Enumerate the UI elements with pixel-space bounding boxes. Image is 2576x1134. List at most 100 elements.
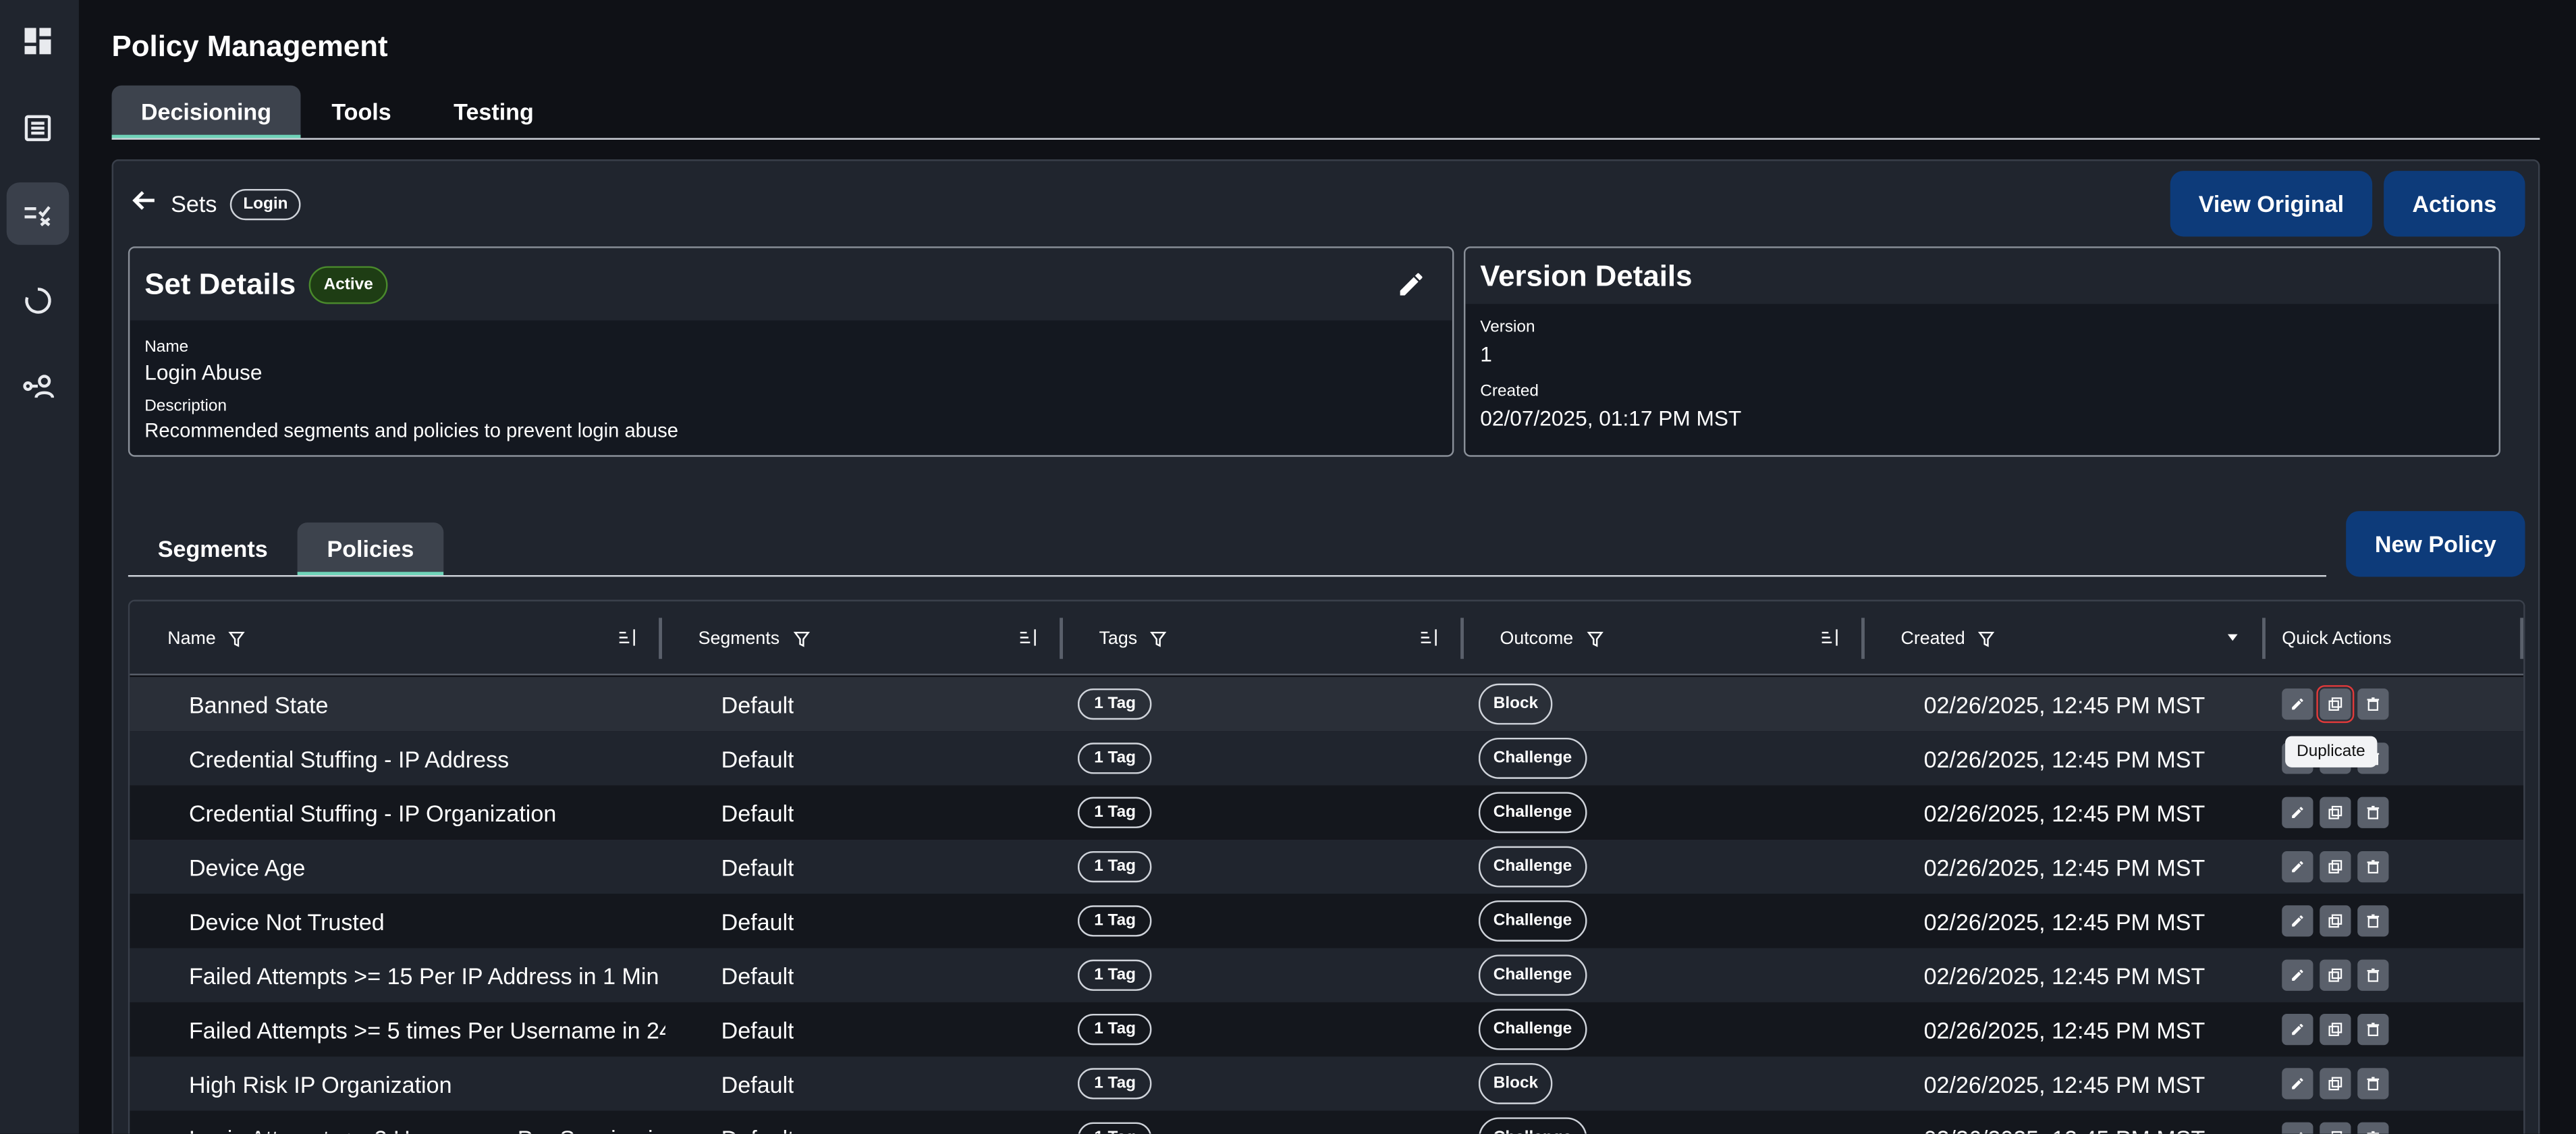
filter-icon[interactable] bbox=[1150, 630, 1167, 647]
sub-tabs: Segments Policies bbox=[128, 522, 2326, 577]
tab-policies[interactable]: Policies bbox=[297, 522, 444, 576]
column-divider[interactable] bbox=[1460, 618, 1464, 659]
col-tags[interactable]: Tags bbox=[1099, 601, 1167, 676]
policy-name[interactable]: Failed Attempts >= 15 Per IP Address in … bbox=[189, 948, 665, 1002]
tag-count-chip[interactable]: 1 Tag bbox=[1077, 905, 1153, 937]
col-name[interactable]: Name bbox=[167, 601, 246, 676]
tab-tools[interactable]: Tools bbox=[309, 86, 414, 138]
delete-icon[interactable] bbox=[2357, 850, 2389, 883]
delete-icon[interactable] bbox=[2357, 905, 2389, 937]
duplicate-icon[interactable] bbox=[2320, 959, 2351, 991]
sort-desc-icon[interactable] bbox=[2226, 631, 2239, 644]
policy-name[interactable]: Device Age bbox=[189, 840, 665, 894]
edit-icon[interactable] bbox=[2282, 1068, 2313, 1100]
created-label: Created bbox=[1480, 383, 1539, 401]
policy-created: 02/26/2025, 12:45 PM MST bbox=[1923, 907, 2205, 934]
version-details-card: Version Details Version 1 Created 02/07/… bbox=[1463, 246, 2501, 457]
breadcrumb-sets[interactable]: Sets bbox=[171, 190, 217, 217]
sort-icon[interactable] bbox=[1419, 628, 1439, 647]
duplicate-icon[interactable] bbox=[2320, 1068, 2351, 1100]
table-row[interactable]: Failed Attempts >= 5 times Per Username … bbox=[130, 1002, 2524, 1057]
policy-segment: Default bbox=[721, 853, 794, 880]
tab-decisioning[interactable]: Decisioning bbox=[111, 85, 301, 138]
tag-count-chip[interactable]: 1 Tag bbox=[1077, 1013, 1153, 1046]
delete-icon[interactable] bbox=[2357, 959, 2389, 991]
col-segments[interactable]: Segments bbox=[698, 601, 809, 676]
sort-icon[interactable] bbox=[1820, 628, 1840, 647]
refresh-circle-icon[interactable] bbox=[7, 269, 70, 332]
col-outcome[interactable]: Outcome bbox=[1500, 601, 1604, 676]
policy-name[interactable]: Banned State bbox=[189, 677, 665, 731]
policy-name[interactable]: Credential Stuffing - IP Organization bbox=[189, 786, 665, 840]
delete-icon[interactable] bbox=[2357, 1122, 2389, 1134]
tag-count-chip[interactable]: 1 Tag bbox=[1077, 959, 1153, 991]
duplicate-icon[interactable] bbox=[2320, 796, 2351, 828]
col-created[interactable]: Created bbox=[1900, 601, 1995, 676]
table-row[interactable]: Login Attempts >=3 Usernames Per Session… bbox=[130, 1110, 2524, 1134]
edit-icon[interactable] bbox=[2282, 850, 2313, 883]
tab-testing[interactable]: Testing bbox=[432, 86, 555, 138]
version-details-title: Version Details bbox=[1480, 259, 1693, 292]
tab-segments[interactable]: Segments bbox=[128, 522, 298, 575]
filter-icon[interactable] bbox=[229, 630, 246, 647]
delete-icon[interactable] bbox=[2357, 796, 2389, 828]
pencil-icon[interactable] bbox=[1396, 269, 1426, 307]
filter-icon[interactable] bbox=[1586, 630, 1604, 647]
new-policy-button[interactable]: New Policy bbox=[2346, 511, 2525, 577]
policy-rules-icon[interactable] bbox=[6, 182, 70, 245]
tag-count-chip[interactable]: 1 Tag bbox=[1077, 688, 1153, 720]
policy-name[interactable]: Login Attempts >=3 Usernames Per Session… bbox=[189, 1111, 665, 1133]
view-original-button[interactable]: View Original bbox=[2170, 171, 2373, 237]
created-value: 02/07/2025, 01:17 PM MST bbox=[1480, 406, 1742, 431]
edit-icon[interactable] bbox=[2282, 905, 2313, 937]
table-row[interactable]: Credential Stuffing - IP Address Default 1… bbox=[130, 731, 2524, 786]
edit-icon[interactable] bbox=[2282, 688, 2313, 720]
column-divider[interactable] bbox=[2262, 618, 2266, 659]
table-row[interactable]: Credential Stuffing - IP Organization Def… bbox=[130, 785, 2524, 840]
edit-icon[interactable] bbox=[2282, 796, 2313, 828]
tag-count-chip[interactable]: 1 Tag bbox=[1077, 1122, 1153, 1134]
filter-icon[interactable] bbox=[1978, 630, 1995, 647]
list-icon[interactable] bbox=[7, 97, 70, 160]
policy-name[interactable]: Device Not Trusted bbox=[189, 894, 665, 948]
actions-button[interactable]: Actions bbox=[2384, 171, 2525, 237]
delete-icon[interactable] bbox=[2357, 1068, 2389, 1100]
duplicate-icon[interactable] bbox=[2320, 1122, 2351, 1134]
back-arrow-icon[interactable] bbox=[132, 186, 158, 221]
sort-icon[interactable] bbox=[1018, 628, 1038, 647]
delete-icon[interactable] bbox=[2357, 688, 2389, 720]
user-link-icon[interactable] bbox=[7, 355, 70, 418]
filter-icon[interactable] bbox=[792, 630, 809, 647]
table-row[interactable]: High Risk IP Organization Default 1 Tag Blo… bbox=[130, 1056, 2524, 1111]
duplicate-icon[interactable] bbox=[2316, 685, 2355, 724]
outcome-chip: Challenge bbox=[1478, 738, 1587, 779]
tag-count-chip[interactable]: 1 Tag bbox=[1077, 1068, 1153, 1100]
policy-name[interactable]: Credential Stuffing - IP Address bbox=[189, 731, 665, 785]
col-tags-label: Tags bbox=[1099, 628, 1138, 649]
column-divider[interactable] bbox=[659, 618, 663, 659]
edit-icon[interactable] bbox=[2282, 1122, 2313, 1134]
duplicate-icon[interactable] bbox=[2320, 1013, 2351, 1046]
dashboard-icon[interactable] bbox=[7, 10, 70, 73]
duplicate-icon[interactable] bbox=[2320, 850, 2351, 883]
tag-count-chip[interactable]: 1 Tag bbox=[1077, 742, 1153, 774]
column-divider[interactable] bbox=[1060, 618, 1063, 659]
tag-count-chip[interactable]: 1 Tag bbox=[1077, 796, 1153, 828]
table-row[interactable]: Failed Attempts >= 15 Per IP Address in … bbox=[130, 948, 2524, 1002]
edit-icon[interactable] bbox=[2282, 1013, 2313, 1046]
tag-count-chip[interactable]: 1 Tag bbox=[1077, 850, 1153, 883]
edit-icon[interactable] bbox=[2282, 959, 2313, 991]
delete-icon[interactable] bbox=[2357, 1013, 2389, 1046]
table-row[interactable]: Device Age Default 1 Tag Challenge 02/26/202… bbox=[130, 839, 2524, 894]
policy-segment: Default bbox=[721, 1111, 794, 1133]
table-row[interactable]: Banned State Default 1 Tag Block 02/26/2025,… bbox=[130, 676, 2524, 732]
table-row[interactable]: Device Not Trusted Default 1 Tag Challenge 0… bbox=[130, 894, 2524, 948]
duplicate-icon[interactable] bbox=[2320, 905, 2351, 937]
policy-created: 02/26/2025, 12:45 PM MST bbox=[1923, 799, 2205, 826]
policy-name[interactable]: Failed Attempts >= 5 times Per Username … bbox=[189, 1002, 665, 1056]
sort-icon[interactable] bbox=[618, 628, 637, 647]
policy-name[interactable]: High Risk IP Organization bbox=[189, 1056, 665, 1110]
column-divider[interactable] bbox=[2520, 618, 2524, 659]
column-divider[interactable] bbox=[1861, 618, 1865, 659]
col-segments-label: Segments bbox=[698, 628, 780, 649]
